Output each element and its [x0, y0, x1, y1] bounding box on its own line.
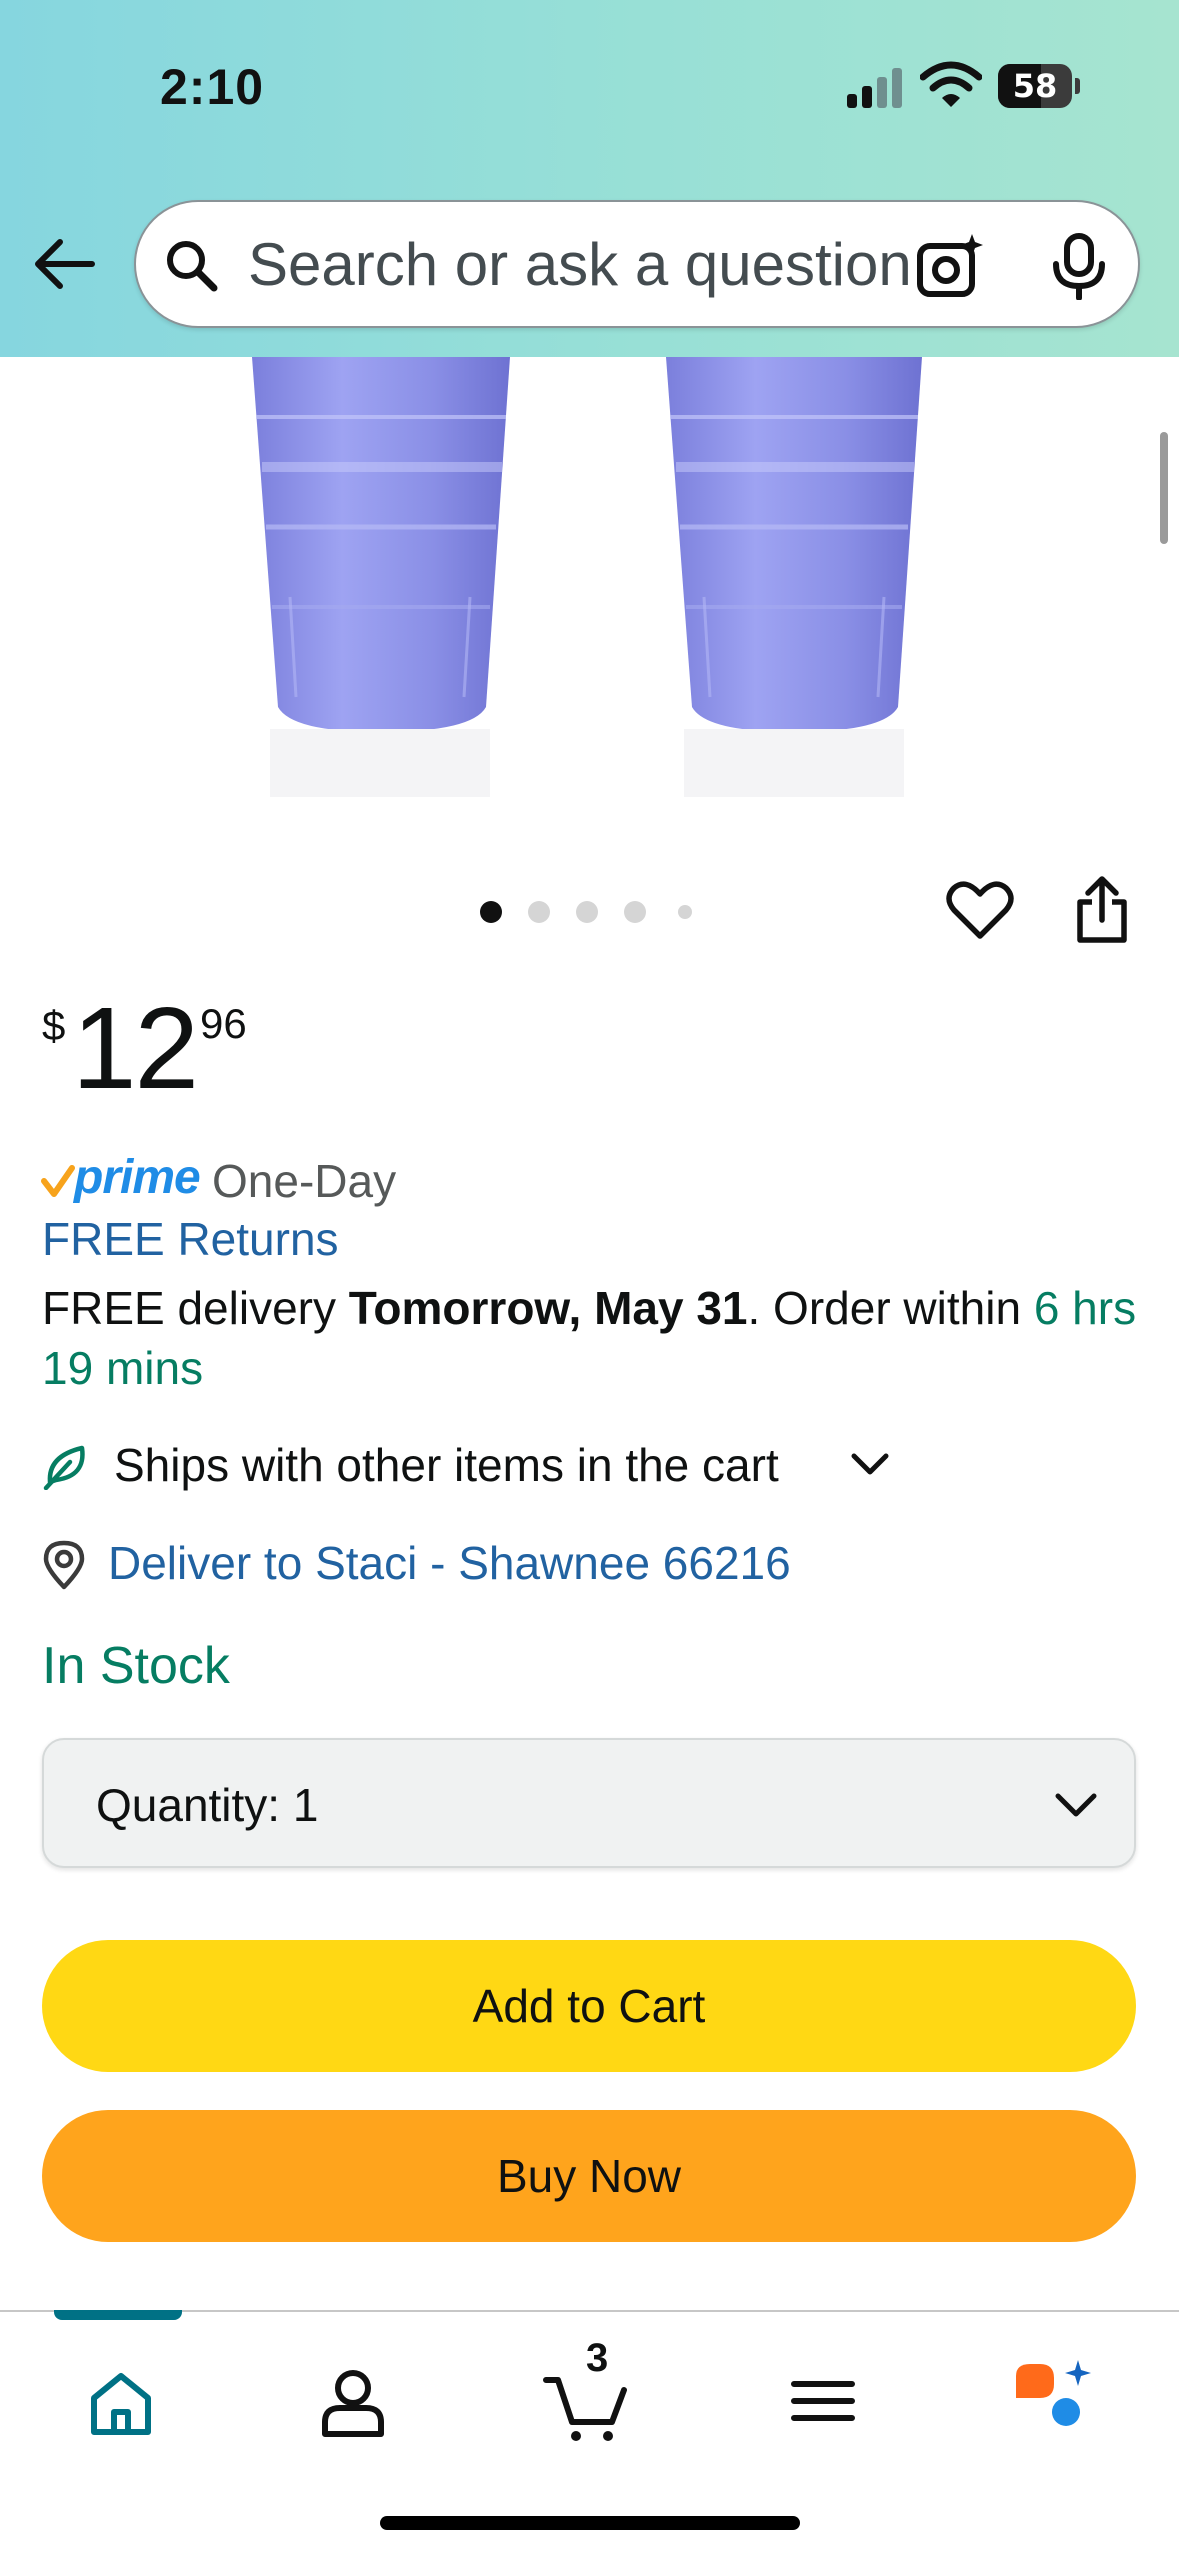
carousel-dot-3[interactable] — [576, 901, 598, 923]
price-whole: 12 — [72, 983, 199, 1113]
tab-account[interactable] — [298, 2346, 408, 2456]
share-icon[interactable] — [1072, 874, 1132, 944]
price-currency: $ — [42, 1002, 66, 1049]
back-arrow-icon[interactable] — [32, 232, 96, 296]
search-icon — [167, 241, 218, 292]
cellular-signal-icon — [847, 68, 902, 108]
active-tab-indicator — [54, 2310, 182, 2320]
prime-check-icon — [41, 1165, 75, 1197]
carousel-dot-1[interactable] — [480, 901, 502, 923]
search-input[interactable]: Search or ask a question — [248, 230, 948, 299]
battery-indicator: 58 — [998, 64, 1080, 108]
camera-lens-icon[interactable] — [914, 230, 986, 302]
home-icon — [91, 2373, 151, 2435]
delivery-date: Tomorrow, May 31 — [348, 1282, 748, 1334]
delivery-message: FREE delivery Tomorrow, May 31. Order wi… — [42, 1278, 1152, 1398]
account-icon — [322, 2370, 384, 2437]
image-carousel-dots[interactable] — [480, 898, 700, 924]
stock-status: In Stock — [42, 1637, 230, 1695]
quantity-value: 1 — [292, 1779, 319, 1831]
app-header: 2:10 58 Search or ask a question — [0, 0, 1179, 357]
delivery-prefix: FREE delivery — [42, 1282, 349, 1334]
heart-icon[interactable] — [946, 878, 1014, 942]
rufus-ai-icon — [1016, 2360, 1091, 2426]
quantity-label: Quantity: 1 — [96, 1778, 318, 1832]
cart-count-badge: 3 — [586, 2336, 609, 2380]
tab-rufus[interactable] — [1000, 2346, 1110, 2456]
status-time: 2:10 — [160, 59, 265, 115]
deliver-to-link[interactable]: Deliver to Staci - Shawnee 66216 — [108, 1536, 791, 1590]
wifi-icon — [920, 61, 982, 107]
cup-right — [666, 357, 922, 797]
chevron-down-icon — [851, 1453, 889, 1475]
battery-percent: 58 — [1012, 67, 1058, 105]
cup-left — [252, 357, 510, 797]
carousel-dot-2[interactable] — [528, 901, 550, 923]
price-fraction: 96 — [200, 1000, 247, 1047]
product-image[interactable] — [0, 357, 1179, 797]
quantity-label-text: Quantity: — [96, 1779, 281, 1831]
tab-menu[interactable] — [768, 2346, 878, 2456]
ships-together-text: Ships with other items in the cart — [114, 1439, 779, 1491]
prime-logo: prime — [74, 1151, 201, 1204]
free-returns-link[interactable]: FREE Returns — [42, 1212, 339, 1266]
delivery-middle: . Order within — [747, 1282, 1034, 1334]
microphone-icon[interactable] — [1048, 232, 1110, 300]
add-to-cart-button[interactable]: Add to Cart — [42, 1940, 1136, 2072]
quantity-select[interactable]: Quantity: 1 — [42, 1738, 1136, 1868]
search-bar[interactable]: Search or ask a question — [134, 200, 1140, 328]
menu-icon — [791, 2381, 855, 2421]
location-pin-icon — [43, 1540, 85, 1590]
buy-now-button[interactable]: Buy Now — [42, 2110, 1136, 2242]
home-indicator[interactable] — [380, 2516, 800, 2530]
prime-speed: One-Day — [212, 1155, 397, 1207]
carousel-dot-5[interactable] — [678, 905, 692, 919]
tab-home[interactable] — [66, 2346, 176, 2456]
chevron-down-icon — [1055, 1793, 1097, 1817]
scrollbar[interactable] — [1160, 432, 1168, 544]
leaf-icon — [43, 1445, 85, 1490]
carousel-dot-4[interactable] — [624, 901, 646, 923]
